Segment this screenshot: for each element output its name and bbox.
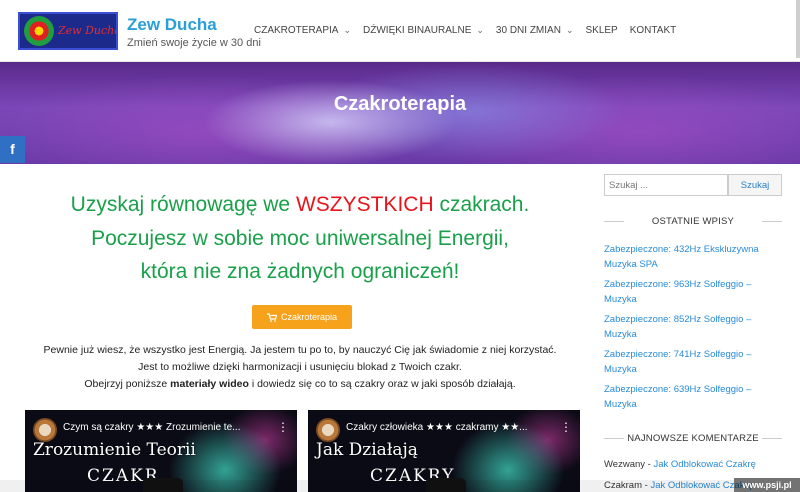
site-logo[interactable]: Zew Ducha bbox=[18, 12, 118, 50]
nav-label: SKLEP bbox=[585, 25, 618, 36]
main-content: Uzyskaj równowagę we WSZYSTKICH czakrach… bbox=[0, 164, 590, 492]
nav-item-sklep[interactable]: SKLEP bbox=[585, 25, 617, 36]
cart-icon bbox=[266, 312, 277, 322]
mandala-icon bbox=[24, 16, 54, 46]
chevron-down-icon: ⌄ bbox=[343, 25, 352, 35]
channel-avatar[interactable] bbox=[316, 418, 340, 442]
headline-line-1: Uzyskaj równowagę we WSZYSTKICH czakrach… bbox=[70, 193, 530, 216]
czakroterapia-cta-button[interactable]: Czakroterapia bbox=[252, 305, 352, 329]
channel-avatar[interactable] bbox=[33, 418, 57, 442]
intro-text-3: Obejrzyj poniższe materiały wideo i dowi… bbox=[84, 378, 516, 390]
page-title: Czakroterapia bbox=[333, 93, 467, 115]
bottom-overlay bbox=[0, 480, 734, 492]
recent-posts-heading: OSTATNIE WPISY bbox=[604, 216, 782, 227]
site-header: Zew Ducha Zew Ducha Zmień swoje życie w … bbox=[0, 0, 800, 62]
nav-label: DŹWIĘKI BINAURALNE bbox=[363, 25, 472, 36]
intro-text-2: Jest to możliwe dzięki harmonizacji i us… bbox=[138, 361, 462, 373]
chevron-down-icon: ⌄ bbox=[476, 25, 484, 35]
nav-item-30-dni-zmian[interactable]: 30 DNI ZMIAN ⌄ bbox=[496, 25, 574, 36]
search-input[interactable] bbox=[604, 174, 728, 196]
video-overlay-text: Zrozumienie Teorii bbox=[33, 440, 196, 460]
site-tagline: Zmień swoje życie w 30 dni bbox=[127, 37, 261, 49]
chevron-down-icon: ⌄ bbox=[565, 25, 574, 35]
more-options-icon[interactable]: ⋮ bbox=[560, 420, 572, 434]
recent-post-link[interactable]: Zabezpieczone: 639Hz Solfeggio – Muzyka bbox=[604, 382, 784, 412]
recent-post-link[interactable]: Zabezpieczone: 741Hz Solfeggio – Muzyka bbox=[604, 347, 784, 377]
nav-item-kontakt[interactable]: KONTAKT bbox=[630, 25, 676, 36]
nav-label: 30 DNI ZMIAN bbox=[495, 25, 561, 36]
page-scrollbar[interactable] bbox=[796, 0, 800, 58]
hero-banner: Czakroterapia f bbox=[0, 62, 800, 164]
recent-post-link[interactable]: Zabezpieczone: 963Hz Solfeggio – Muzyka bbox=[604, 277, 784, 307]
headline-line-2: Poczujesz w sobie moc uniwersalnej Energ… bbox=[91, 227, 509, 250]
video-title[interactable]: Czym są czakry ★★★ Zrozumienie te... bbox=[63, 422, 241, 433]
main-navigation: CZAKROTERAPIA ⌄ DŹWIĘKI BINAURALNE ⌄ 30 … bbox=[254, 25, 688, 36]
facebook-icon: f bbox=[10, 141, 15, 157]
recent-post-link[interactable]: Zabezpieczone: 852Hz Solfeggio – Muzyka bbox=[604, 312, 784, 342]
recent-comment: Wezwany - Jak Odblokować Czakrę bbox=[604, 459, 756, 470]
nav-label: KONTAKT bbox=[629, 25, 677, 36]
comment-post-link[interactable]: Jak Odblokować Czakrę bbox=[653, 459, 755, 470]
nav-item-czakroterapia[interactable]: CZAKROTERAPIA ⌄ bbox=[254, 25, 351, 36]
headline-line-3: która nie zna żadnych ograniczeń! bbox=[140, 260, 460, 283]
video-title[interactable]: Czakry człowieka ★★★ czakramy ★★... bbox=[346, 422, 528, 433]
recent-comments-heading: NAJNOWSZE KOMENTARZE bbox=[604, 433, 782, 444]
video-overlay-text: Jak Działają bbox=[316, 440, 418, 460]
site-title[interactable]: Zew Ducha bbox=[127, 15, 217, 35]
headline-emphasis: WSZYSTKICH bbox=[295, 193, 434, 216]
cta-label: Czakroterapia bbox=[280, 312, 338, 322]
nav-label: CZAKROTERAPIA bbox=[254, 25, 339, 36]
sidebar: Szukaj OSTATNIE WPISY Zabezpieczone: 432… bbox=[604, 164, 800, 492]
search-button[interactable]: Szukaj bbox=[728, 174, 782, 196]
nav-item-dzwieki-binauralne[interactable]: DŹWIĘKI BINAURALNE ⌄ bbox=[363, 25, 484, 36]
facebook-share-button[interactable]: f bbox=[0, 136, 25, 163]
comment-author: Wezwany bbox=[604, 459, 646, 470]
intro-text-1: Pewnie już wiesz, że wszystko jest Energ… bbox=[43, 344, 557, 356]
watermark: www.psji.pl bbox=[734, 478, 800, 492]
more-options-icon[interactable]: ⋮ bbox=[277, 420, 289, 434]
logo-script-text: Zew Ducha bbox=[58, 24, 118, 37]
recent-post-link[interactable]: Zabezpieczone: 432Hz Ekskluzywna Muzyka … bbox=[604, 242, 784, 272]
